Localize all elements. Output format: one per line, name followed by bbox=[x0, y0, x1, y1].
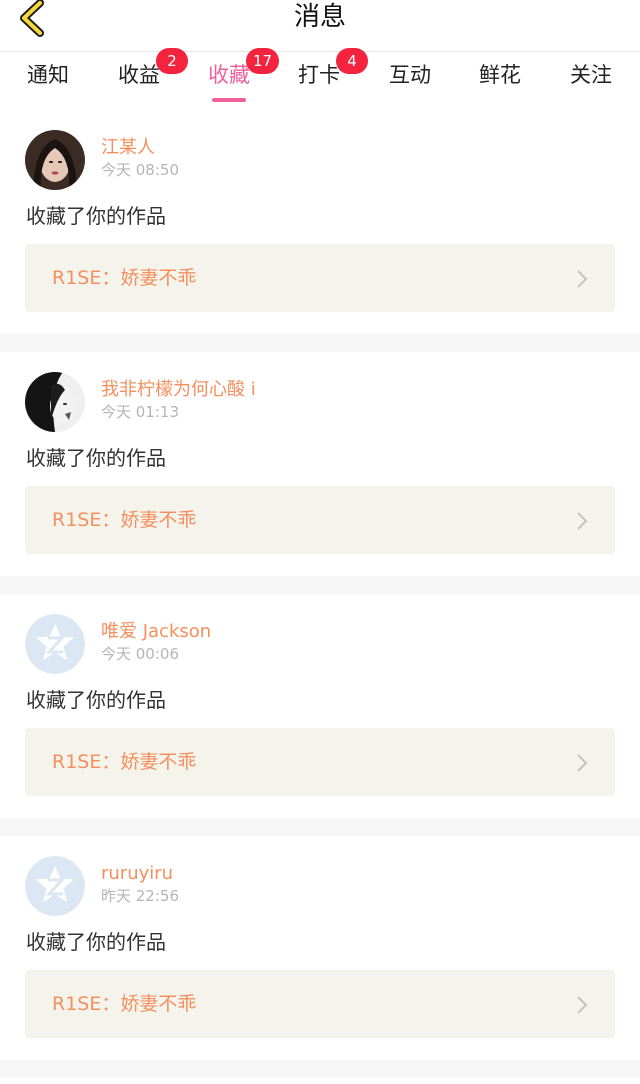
chevron-right-icon bbox=[577, 512, 588, 530]
tab-label: 通知 bbox=[27, 63, 69, 87]
avatar[interactable] bbox=[25, 130, 85, 190]
username[interactable]: 江某人 bbox=[101, 136, 155, 160]
action-text: 收藏了你的作品 bbox=[26, 204, 166, 228]
timestamp: 今天 01:13 bbox=[101, 403, 179, 421]
avatar[interactable] bbox=[25, 856, 85, 916]
tab-notice[interactable]: 通知 bbox=[3, 58, 93, 104]
tab-label: 关注 bbox=[570, 63, 612, 87]
timestamp: 今天 00:06 bbox=[101, 645, 179, 663]
tab-checkin[interactable]: 打卡 4 bbox=[274, 48, 368, 104]
page-title: 消息 bbox=[293, 2, 346, 32]
active-tab-indicator bbox=[212, 98, 246, 102]
list-item: ruruyiru 昨天 22:56 收藏了你的作品 R1SE：娇妻不乖 bbox=[0, 836, 640, 1060]
default-avatar-icon bbox=[25, 614, 85, 674]
tab-interaction[interactable]: 互动 bbox=[365, 58, 455, 104]
tab-favorites[interactable]: 收藏 17 bbox=[184, 48, 280, 104]
work-link[interactable]: R1SE：娇妻不乖 bbox=[25, 486, 615, 554]
timestamp: 今天 08:50 bbox=[101, 161, 179, 179]
list-item: 唯爱 Jackson 今天 00:06 收藏了你的作品 R1SE：娇妻不乖 bbox=[0, 594, 640, 818]
tab-earnings[interactable]: 收益 2 bbox=[94, 48, 188, 104]
avatar[interactable] bbox=[25, 372, 85, 432]
action-text: 收藏了你的作品 bbox=[26, 688, 166, 712]
chevron-right-icon bbox=[577, 996, 588, 1014]
list-item: 江某人 今天 08:50 收藏了你的作品 R1SE：娇妻不乖 bbox=[0, 110, 640, 334]
chevron-right-icon bbox=[577, 754, 588, 772]
work-link[interactable]: R1SE：娇妻不乖 bbox=[25, 970, 615, 1038]
unread-badge: 4 bbox=[336, 48, 368, 74]
username[interactable]: 我非柠檬为何心酸 i bbox=[101, 378, 256, 402]
list-item: 我非柠檬为何心酸 i 今天 01:13 收藏了你的作品 R1SE：娇妻不乖 bbox=[0, 352, 640, 576]
action-text: 收藏了你的作品 bbox=[26, 930, 166, 954]
tab-follow[interactable]: 关注 bbox=[546, 58, 636, 104]
divider bbox=[0, 334, 640, 352]
work-link[interactable]: R1SE：娇妻不乖 bbox=[25, 728, 615, 796]
action-text: 收藏了你的作品 bbox=[26, 446, 166, 470]
work-title: R1SE：娇妻不乖 bbox=[52, 751, 197, 773]
work-title: R1SE：娇妻不乖 bbox=[52, 267, 197, 289]
work-link[interactable]: R1SE：娇妻不乖 bbox=[25, 244, 615, 312]
default-avatar-icon bbox=[25, 856, 85, 916]
timestamp: 昨天 22:56 bbox=[101, 887, 179, 905]
username[interactable]: 唯爱 Jackson bbox=[101, 620, 211, 644]
chevron-right-icon bbox=[577, 270, 588, 288]
divider bbox=[0, 576, 640, 594]
tab-label: 互动 bbox=[389, 63, 431, 87]
divider bbox=[0, 1060, 640, 1078]
tab-label: 鲜花 bbox=[479, 63, 521, 87]
work-title: R1SE：娇妻不乖 bbox=[52, 509, 197, 531]
divider bbox=[0, 818, 640, 836]
message-list: 江某人 今天 08:50 收藏了你的作品 R1SE：娇妻不乖 我非柠檬为何心酸 … bbox=[0, 110, 640, 1078]
tab-flowers[interactable]: 鲜花 bbox=[455, 58, 545, 104]
username[interactable]: ruruyiru bbox=[101, 862, 173, 886]
message-tabs: 通知 收益 2 收藏 17 打卡 4 互动 鲜花 关注 bbox=[0, 48, 640, 110]
nav-header: 消息 bbox=[0, 0, 640, 52]
avatar[interactable] bbox=[25, 614, 85, 674]
work-title: R1SE：娇妻不乖 bbox=[52, 993, 197, 1015]
